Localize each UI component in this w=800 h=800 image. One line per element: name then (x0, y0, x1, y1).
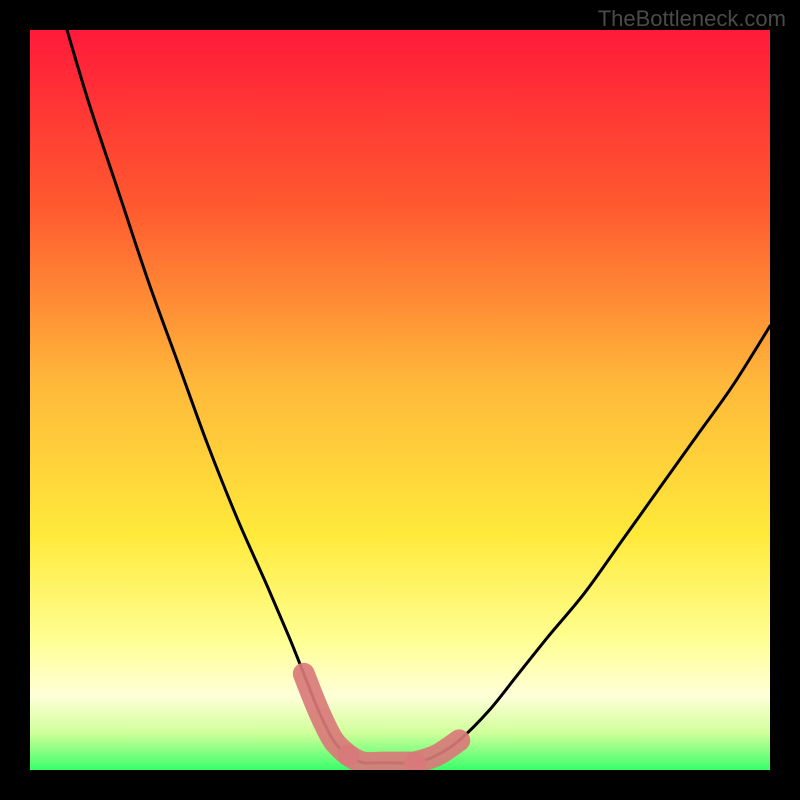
watermark-text: TheBottleneck.com (598, 6, 786, 32)
chart-container: TheBottleneck.com (0, 0, 800, 800)
chart-svg (30, 30, 770, 770)
plot-area (30, 30, 770, 770)
gradient-background (30, 30, 770, 770)
